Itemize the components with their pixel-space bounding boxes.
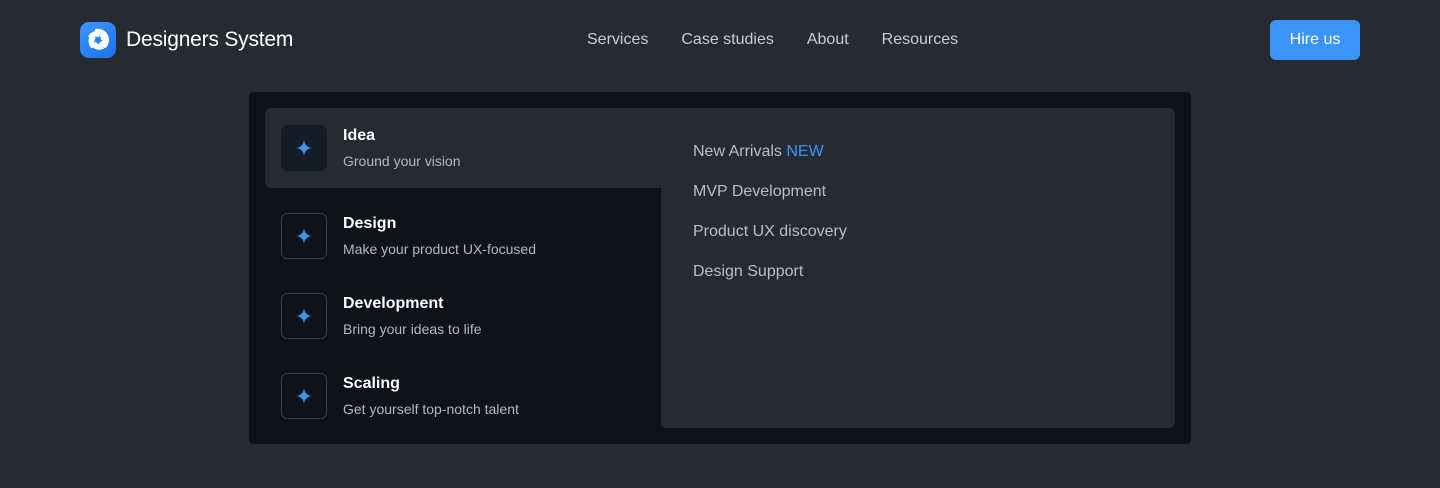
- sparkle-icon: [281, 125, 327, 171]
- menu-item-text: Idea Ground your vision: [343, 126, 461, 170]
- menu-item-scaling[interactable]: Scaling Get yourself top-notch talent: [265, 356, 661, 436]
- main-nav: Services Case studies About Resources: [571, 28, 958, 52]
- brand-logo-link[interactable]: Designers System: [80, 22, 293, 58]
- nav-link-services[interactable]: Services: [587, 31, 648, 49]
- menu-item-title: Development: [343, 295, 444, 312]
- new-badge: NEW: [786, 143, 824, 160]
- menu-item-subtitle: Make your product UX-focused: [343, 241, 536, 257]
- menu-item-design[interactable]: Design Make your product UX-focused: [265, 196, 661, 276]
- nav-link-about[interactable]: About: [807, 31, 849, 49]
- menu-item-text: Scaling Get yourself top-notch talent: [343, 374, 519, 418]
- site-header: Designers System Services Case studies A…: [0, 0, 1440, 80]
- sparkle-icon: [281, 373, 327, 419]
- menu-item-text: Design Make your product UX-focused: [343, 214, 536, 258]
- menu-item-subtitle: Bring your ideas to life: [343, 321, 482, 337]
- menu-item-title: Scaling: [343, 375, 400, 392]
- menu-item-title: Idea: [343, 127, 376, 144]
- submenu-link-label: New Arrivals: [693, 143, 782, 160]
- submenu-link-mvp-development[interactable]: MVP Development: [693, 182, 847, 222]
- menu-item-development[interactable]: Development Bring your ideas to life: [265, 276, 661, 356]
- brand-name: Designers System: [126, 28, 294, 51]
- sparkle-icon: [281, 293, 327, 339]
- menu-item-idea[interactable]: Idea Ground your vision: [265, 108, 661, 188]
- hire-us-button[interactable]: Hire us: [1270, 20, 1360, 60]
- menu-item-text: Development Bring your ideas to life: [343, 294, 482, 338]
- submenu-link-product-ux-discovery[interactable]: Product UX discovery: [693, 222, 847, 262]
- sparkle-icon: [281, 213, 327, 259]
- menu-item-title: Design: [343, 215, 397, 232]
- aperture-swirl-icon: [80, 22, 116, 58]
- services-mega-menu: Idea Ground your vision Design Make your…: [249, 92, 1191, 444]
- submenu-link-design-support[interactable]: Design Support: [693, 262, 847, 302]
- nav-link-case-studies[interactable]: Case studies: [681, 31, 774, 49]
- menu-item-subtitle: Ground your vision: [343, 153, 461, 169]
- submenu-panel: New Arrivals NEW MVP Development Product…: [661, 108, 1175, 428]
- nav-link-resources[interactable]: Resources: [882, 31, 958, 49]
- submenu-link-new-arrivals[interactable]: New Arrivals NEW: [693, 142, 847, 182]
- menu-item-subtitle: Get yourself top-notch talent: [343, 401, 519, 417]
- submenu-list: New Arrivals NEW MVP Development Product…: [693, 142, 847, 302]
